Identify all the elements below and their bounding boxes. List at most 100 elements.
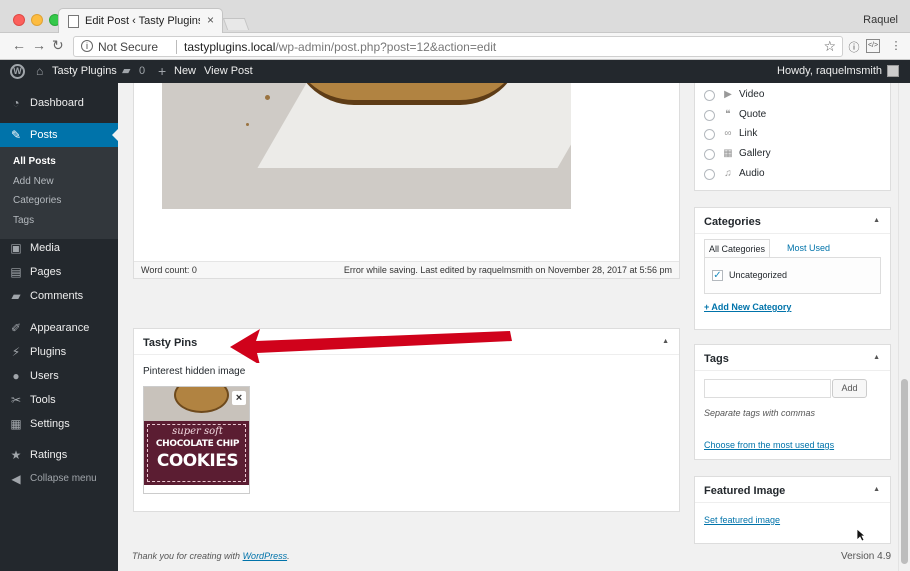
back-arrow-icon[interactable]: ←	[12, 37, 26, 53]
reload-icon[interactable]: ↻	[52, 37, 64, 54]
browser-menu-icon[interactable]: ⋮	[889, 39, 903, 53]
new-tag-input[interactable]	[704, 379, 831, 398]
extension-code-icon[interactable]: </>	[866, 39, 880, 53]
radio-button[interactable]	[704, 169, 715, 180]
sidebar-item-label: Settings	[30, 418, 70, 430]
video-icon: ▶	[724, 89, 732, 100]
footer-thanks: Thank you for creating with WordPress.	[132, 551, 290, 561]
window-minimize-button[interactable]	[31, 14, 43, 26]
browser-profile-name[interactable]: Raquel	[863, 14, 898, 26]
pushpin-icon: ✎	[10, 128, 22, 142]
extension-info-icon[interactable]: ⓘ	[847, 39, 861, 54]
submenu-categories[interactable]: Categories	[13, 195, 61, 206]
tags-metabox: Tags ▲ Add Separate tags with commas Cho…	[694, 344, 891, 460]
view-post-link[interactable]: View Post	[204, 60, 253, 83]
sidebar-item-label: Comments	[30, 290, 84, 302]
avatar[interactable]	[887, 65, 899, 77]
sidebar-item-users[interactable]: ● Users	[0, 364, 118, 388]
radio-button[interactable]	[704, 90, 715, 101]
collapse-triangle-icon[interactable]: ▲	[662, 338, 669, 345]
main-content: Word count: 0 Error while saving. Last e…	[118, 83, 694, 571]
add-tag-button[interactable]: Add	[832, 379, 867, 398]
format-label: Gallery	[739, 148, 771, 159]
appearance-brush-icon: ✐	[10, 321, 22, 335]
sidebar-item-label: Ratings	[30, 449, 68, 461]
sidebar-item-settings[interactable]: ▦ Settings	[0, 412, 118, 436]
new-tab-button[interactable]	[222, 18, 250, 30]
radio-button[interactable]	[704, 129, 715, 140]
metabox-title[interactable]: Categories	[704, 216, 761, 228]
set-featured-image-link[interactable]: Set featured image	[704, 515, 780, 525]
metabox-title[interactable]: Featured Image	[704, 485, 785, 497]
pinterest-image-thumbnail[interactable]: super soft CHOCOLATE CHIP COOKIES ×	[143, 386, 250, 494]
tab-most-used[interactable]: Most Used	[783, 239, 834, 258]
sidebar-item-appearance[interactable]: ✐ Appearance	[0, 316, 118, 340]
wordpress-link[interactable]: WordPress	[243, 551, 288, 561]
divider	[695, 502, 890, 503]
wp-admin-bar: W ⌂ Tasty Plugins ▰ 0 + New View Post Ho…	[0, 60, 910, 83]
wordpress-logo-icon[interactable]: W	[10, 64, 25, 79]
site-name-link[interactable]: Tasty Plugins	[52, 60, 117, 83]
metabox-title[interactable]: Tasty Pins	[143, 337, 197, 349]
comment-count[interactable]: 0	[139, 60, 145, 83]
collapse-menu-button[interactable]: ◀ Collapse menu	[0, 467, 118, 491]
security-label[interactable]: Not Secure	[98, 40, 158, 54]
page-scrollbar[interactable]	[898, 83, 910, 571]
info-icon[interactable]: i	[81, 40, 93, 52]
tab-all-categories[interactable]: All Categories	[704, 239, 771, 258]
remove-image-icon[interactable]: ×	[232, 391, 246, 405]
window-close-button[interactable]	[13, 14, 25, 26]
posts-submenu: All Posts Add New Categories Tags	[0, 147, 118, 239]
sidebar-item-tools[interactable]: ✂ Tools	[0, 388, 118, 412]
cursor-shape	[856, 528, 866, 542]
tab-close-icon[interactable]: ×	[207, 13, 214, 27]
collapse-triangle-icon[interactable]: ▲	[873, 486, 880, 493]
radio-button[interactable]	[704, 110, 715, 121]
sidebar-item-pages[interactable]: ▤ Pages	[0, 260, 118, 284]
sidebar-item-comments[interactable]: ▰ Comments	[0, 284, 118, 308]
uncategorized-checkbox[interactable]: ✓	[712, 270, 723, 281]
mouse-cursor-icon	[856, 528, 866, 542]
tools-wrench-icon: ✂	[10, 393, 22, 407]
post-editor[interactable]: Word count: 0 Error while saving. Last e…	[133, 83, 680, 279]
submenu-tags[interactable]: Tags	[13, 215, 34, 226]
home-icon[interactable]: ⌂	[36, 60, 43, 83]
forward-arrow-icon[interactable]: →	[32, 37, 46, 53]
submenu-all-posts[interactable]: All Posts	[13, 156, 56, 167]
add-new-category-link[interactable]: + Add New Category	[704, 302, 791, 312]
radio-button[interactable]	[704, 149, 715, 160]
address-bar[interactable]: i Not Secure tastyplugins.local/wp-admin…	[73, 36, 843, 57]
sidebar-item-label: Appearance	[30, 322, 90, 334]
plus-icon[interactable]: +	[158, 60, 166, 83]
save-status: Error while saving. Last edited by raque…	[343, 265, 672, 275]
collapse-triangle-icon[interactable]: ▲	[873, 354, 880, 361]
url-text[interactable]: tastyplugins.local/wp-admin/post.php?pos…	[184, 40, 496, 54]
sidebar-item-media[interactable]: ▣ Media	[0, 236, 118, 260]
scrollbar-thumb[interactable]	[901, 379, 908, 564]
plugins-plug-icon: ⚡	[11, 345, 21, 359]
sidebar-item-label: Collapse menu	[30, 473, 97, 484]
sidebar-item-label: Posts	[30, 129, 58, 141]
collapse-arrow-icon: ◀	[11, 472, 21, 486]
howdy-user-link[interactable]: Howdy, raquelmsmith	[777, 60, 882, 83]
post-content-image[interactable]	[162, 83, 571, 209]
footer-thanks-suffix: .	[287, 551, 290, 561]
pin-text-line: COOKIES	[156, 451, 239, 471]
sidebar-item-posts[interactable]: ✎ Posts	[0, 123, 118, 147]
annotation-arrow-icon	[230, 329, 512, 363]
comment-bubble-icon[interactable]: ▰	[122, 60, 130, 83]
sidebar-item-plugins[interactable]: ⚡ Plugins	[0, 340, 118, 364]
most-used-tags-link[interactable]: Choose from the most used tags	[704, 440, 834, 450]
metabox-title[interactable]: Tags	[704, 353, 729, 365]
new-content-link[interactable]: New	[174, 60, 196, 83]
categories-metabox: Categories ▲ All Categories Most Used ✓ …	[694, 207, 891, 330]
media-camera-icon: ▣	[10, 241, 22, 255]
sidebar-item-dashboard[interactable]: ◔ Dashboard	[0, 91, 118, 115]
users-person-icon: ●	[12, 369, 20, 383]
collapse-triangle-icon[interactable]: ▲	[873, 217, 880, 224]
submenu-add-new[interactable]: Add New	[13, 176, 54, 187]
format-label: Audio	[739, 168, 765, 179]
sidebar-item-ratings[interactable]: ★ Ratings	[0, 443, 118, 467]
bookmark-star-icon[interactable]: ☆	[823, 38, 836, 55]
browser-tab[interactable]: Edit Post ‹ Tasty Plugins — Wo ×	[58, 8, 223, 34]
